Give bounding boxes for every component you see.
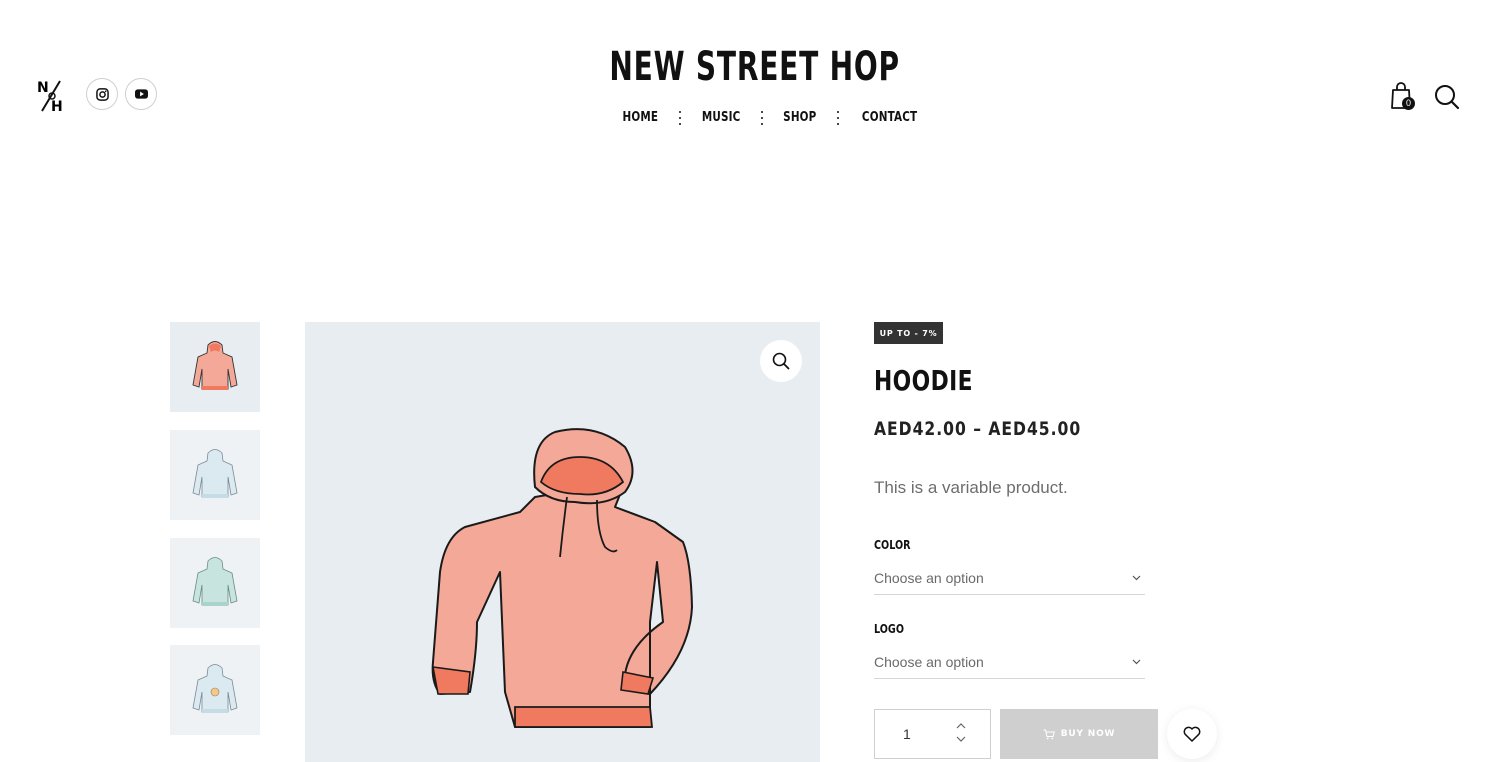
instagram-icon <box>95 87 109 101</box>
cart-count-badge: 0 <box>1402 97 1415 110</box>
logo-label: LOGO <box>874 622 904 636</box>
product-price: AED42.00 – AED45.00 <box>874 418 1082 440</box>
color-label: COLOR <box>874 538 911 552</box>
hoodie-thumbnail-image <box>192 341 238 390</box>
chevron-down-icon <box>1132 575 1141 581</box>
nav-separator <box>678 110 681 125</box>
chevron-down-icon[interactable] <box>956 736 966 743</box>
logo-select-value: Choose an option <box>874 654 984 670</box>
chevron-up-icon[interactable] <box>956 722 966 729</box>
hoodie-image <box>431 428 693 728</box>
color-select[interactable]: Choose an option <box>874 564 1145 595</box>
youtube-icon <box>134 89 148 99</box>
site-logo[interactable]: N H <box>36 78 66 114</box>
nav-separator <box>760 110 763 125</box>
search-icon[interactable] <box>1433 83 1461 111</box>
logo-select[interactable]: Choose an option <box>874 648 1145 679</box>
youtube-button[interactable] <box>125 78 157 110</box>
hoodie-thumbnail-image <box>192 557 238 606</box>
hoodie-thumbnail-image <box>192 664 238 713</box>
color-select-value: Choose an option <box>874 570 984 586</box>
nav-music[interactable]: MUSIC <box>702 110 741 125</box>
gallery-thumbnail[interactable] <box>170 645 260 735</box>
zoom-button[interactable] <box>760 340 802 382</box>
sale-badge: UP TO - 7% <box>874 322 943 344</box>
chevron-down-icon <box>1132 659 1141 665</box>
instagram-button[interactable] <box>86 78 118 110</box>
hoodie-thumbnail-image <box>192 449 238 498</box>
product-title: HOODIE <box>874 364 973 397</box>
heart-icon <box>1183 726 1201 742</box>
nav-shop[interactable]: SHOP <box>783 110 816 125</box>
nav-separator <box>836 110 839 125</box>
wishlist-button[interactable] <box>1167 709 1217 759</box>
nav-home[interactable]: HOME <box>623 110 659 125</box>
svg-text:N: N <box>37 80 49 96</box>
gallery-thumbnail[interactable] <box>170 430 260 520</box>
product-description: This is a variable product. <box>874 478 1068 497</box>
brand-title[interactable]: NEW STREET HOP <box>170 42 1340 92</box>
main-product-image[interactable] <box>305 322 820 762</box>
quantity-value[interactable]: 1 <box>903 726 911 742</box>
buy-now-label: BUY NOW <box>1060 729 1116 739</box>
cart-icon <box>1043 729 1055 739</box>
gallery-thumbnail[interactable] <box>170 538 260 628</box>
buy-now-button[interactable]: BUY NOW <box>1000 709 1158 759</box>
quantity-stepper[interactable]: 1 <box>874 709 991 759</box>
gallery-thumbnail[interactable] <box>170 322 260 412</box>
main-nav: HOME MUSIC SHOP CONTACT <box>0 110 1500 125</box>
nav-contact[interactable]: CONTACT <box>862 110 917 125</box>
zoom-icon <box>772 352 790 370</box>
